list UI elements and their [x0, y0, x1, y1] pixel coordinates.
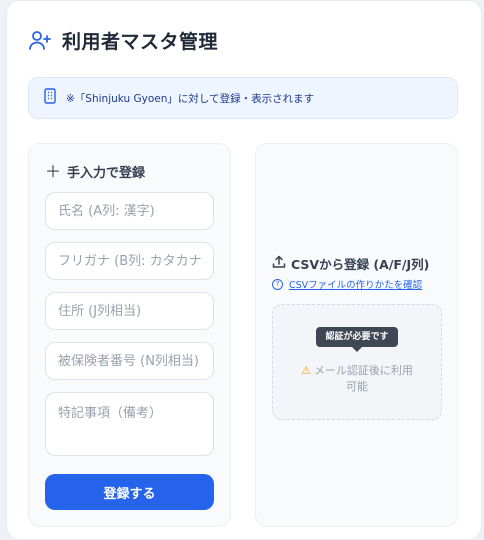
user-master-card: 利用者マスタ管理 ※「Shinjuku Gyoen」に対して登録・表示されます …: [6, 0, 482, 540]
dropzone-message-line2: 可能: [346, 380, 368, 393]
upload-icon: [272, 254, 286, 273]
kana-input[interactable]: [45, 242, 214, 280]
remarks-textarea[interactable]: [45, 392, 214, 456]
name-input[interactable]: [45, 192, 214, 230]
page-title: 利用者マスタ管理: [62, 30, 219, 53]
address-input[interactable]: [45, 292, 214, 330]
csv-import-panel: CSVから登録 (A/F/J列) ? CSVファイルの作りかたを確認 認証が必要…: [255, 143, 458, 527]
warning-icon: ⚠: [301, 364, 311, 377]
register-button[interactable]: 登録する: [45, 474, 214, 510]
notice-text: ※「Shinjuku Gyoen」に対して登録・表示されます: [66, 92, 315, 105]
dropzone-message-line1: メール認証後に利用: [313, 364, 413, 377]
insured-number-input[interactable]: [45, 342, 214, 380]
auth-required-tooltip: 認証が必要です: [316, 327, 398, 352]
help-icon: ?: [272, 278, 283, 290]
manual-entry-heading: ＋ 手入力で登録: [45, 162, 145, 181]
manual-entry-label: 手入力で登録: [67, 166, 146, 181]
building-icon: [43, 88, 57, 108]
csv-help-link[interactable]: CSVファイルの作りかたを確認: [289, 277, 422, 291]
csv-help[interactable]: ? CSVファイルの作りかたを確認: [272, 277, 422, 291]
csv-heading-label: CSVから登録 (A/F/J列): [291, 257, 430, 272]
manual-entry-panel: ＋ 手入力で登録 登録する: [28, 143, 231, 527]
csv-dropzone[interactable]: 認証が必要です ⚠ メール認証後に利用 可能: [272, 304, 442, 420]
notice-banner: ※「Shinjuku Gyoen」に対して登録・表示されます: [28, 77, 458, 119]
csv-heading: CSVから登録 (A/F/J列): [272, 254, 429, 273]
user-plus-icon: [28, 28, 52, 52]
plus-icon: ＋: [45, 161, 62, 181]
dropzone-message: ⚠ メール認証後に利用 可能: [273, 363, 441, 395]
header: 利用者マスタ管理: [28, 27, 218, 53]
